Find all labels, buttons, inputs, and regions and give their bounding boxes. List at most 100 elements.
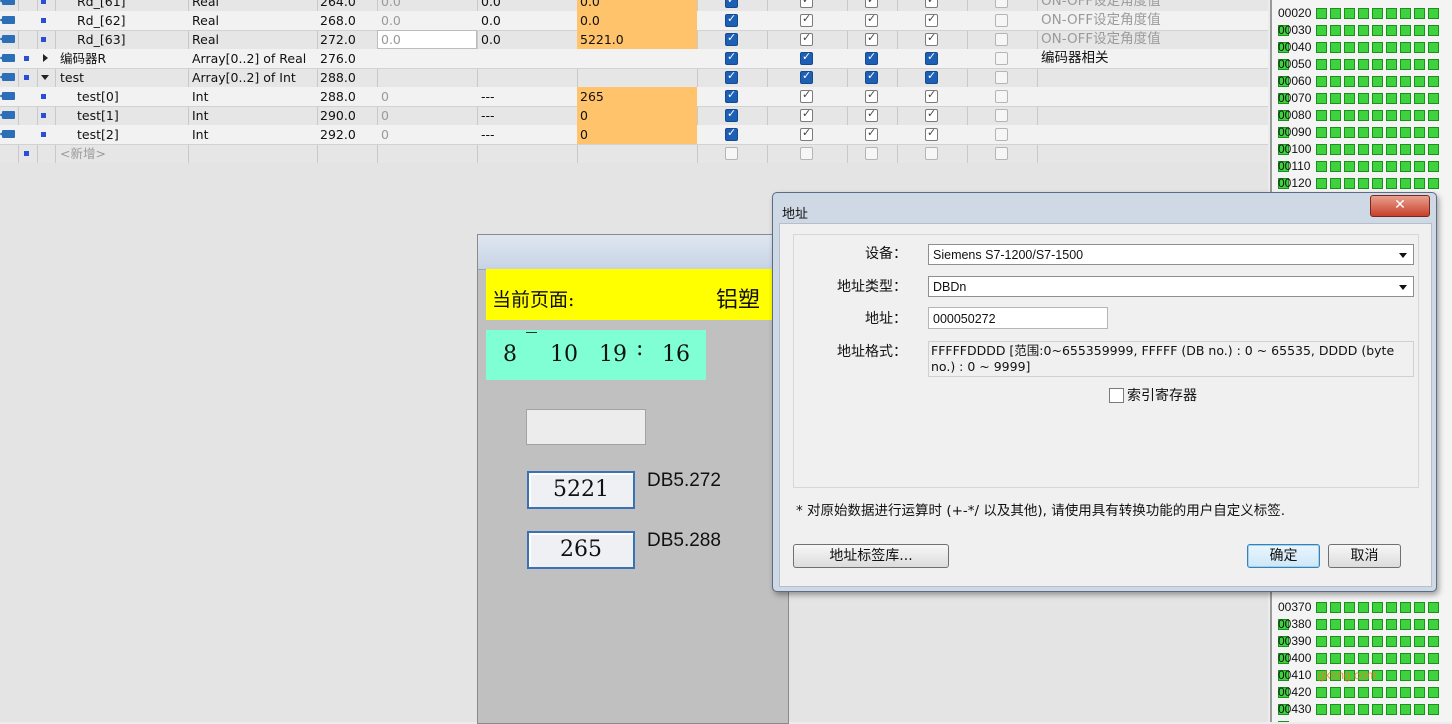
cancel-button[interactable]: 取消 xyxy=(1328,544,1401,568)
bit-address: 00030 xyxy=(1278,23,1312,37)
table-checkbox[interactable] xyxy=(725,50,738,65)
table-checkbox[interactable] xyxy=(865,69,878,84)
table-checkbox[interactable] xyxy=(800,107,813,122)
expand-arrow-icon[interactable] xyxy=(43,54,48,62)
table-checkbox[interactable] xyxy=(800,147,813,160)
table-checkbox[interactable] xyxy=(995,147,1008,160)
table-checkbox[interactable] xyxy=(925,126,938,141)
bit-indicator xyxy=(1400,25,1411,37)
tag-offset: 290.0 xyxy=(320,108,356,123)
table-row[interactable]: test[1] Int 290.0 0 --- 0 xyxy=(0,106,1268,126)
interface-icon xyxy=(0,16,15,24)
address-type-select[interactable]: DBDn xyxy=(928,276,1414,297)
table-checkbox[interactable] xyxy=(800,50,813,65)
table-checkbox[interactable] xyxy=(995,33,1008,46)
modify-value[interactable]: 5221.0 xyxy=(577,30,697,49)
device-select[interactable]: Siemens S7-1200/S7-1500 xyxy=(928,244,1414,265)
bit-indicator xyxy=(1358,602,1369,614)
table-row[interactable]: test[2] Int 292.0 0 --- 0 xyxy=(0,125,1268,145)
tag-name: test[0] xyxy=(77,89,119,104)
table-checkbox[interactable] xyxy=(925,107,938,122)
table-checkbox[interactable] xyxy=(800,126,813,141)
table-checkbox[interactable] xyxy=(995,128,1008,141)
table-checkbox[interactable] xyxy=(995,52,1008,65)
table-checkbox[interactable] xyxy=(800,88,813,103)
bit-address: 00400 xyxy=(1278,651,1312,665)
table-checkbox[interactable] xyxy=(925,69,938,84)
table-row[interactable]: Rd_[62] Real 268.0 0.0 0.0 0.0 ON-OFF设定角度值 xyxy=(0,11,1268,31)
bit-indicator xyxy=(1358,619,1369,631)
modify-value[interactable]: 265 xyxy=(577,87,697,106)
table-checkbox[interactable] xyxy=(925,147,938,160)
table-checkbox[interactable] xyxy=(725,69,738,84)
table-checkbox[interactable] xyxy=(725,107,738,122)
table-checkbox[interactable] xyxy=(925,88,938,103)
table-checkbox[interactable] xyxy=(865,0,878,8)
modify-value[interactable]: 0 xyxy=(577,125,697,144)
table-checkbox[interactable] xyxy=(995,71,1008,84)
table-checkbox[interactable] xyxy=(925,12,938,27)
table-checkbox[interactable] xyxy=(865,147,878,160)
table-checkbox[interactable] xyxy=(725,12,738,27)
tag-library-button[interactable]: 地址标签库... xyxy=(793,544,949,568)
bit-indicator xyxy=(1400,687,1411,699)
index-register-checkbox[interactable] xyxy=(1109,388,1124,403)
bit-indicator xyxy=(1386,59,1397,71)
modify-value[interactable]: 0.0 xyxy=(577,11,697,30)
table-checkbox[interactable] xyxy=(725,31,738,46)
table-checkbox[interactable] xyxy=(725,147,738,160)
close-button[interactable]: ✕ xyxy=(1370,195,1430,217)
table-row[interactable]: <新增> xyxy=(0,144,1268,164)
table-checkbox[interactable] xyxy=(865,31,878,46)
ok-button[interactable]: 确定 xyxy=(1247,544,1320,568)
table-checkbox[interactable] xyxy=(865,50,878,65)
table-row[interactable]: 编码器R Array[0..2] of Real 276.0 编码器相关 xyxy=(0,49,1268,69)
modify-value[interactable]: 0.0 xyxy=(577,0,697,11)
table-checkbox[interactable] xyxy=(925,31,938,46)
collapse-arrow-icon[interactable] xyxy=(41,75,49,80)
table-checkbox[interactable] xyxy=(865,126,878,141)
hmi-page-name: 铝塑 xyxy=(716,288,761,313)
table-checkbox[interactable] xyxy=(995,0,1008,8)
table-checkbox[interactable] xyxy=(725,126,738,141)
monitor-value: --- xyxy=(481,89,495,104)
start-value-input[interactable]: 0.0 xyxy=(377,30,477,49)
bit-indicator xyxy=(1428,8,1439,20)
hmi-clock: 8 ‾ 10 19 : 16 xyxy=(486,330,706,380)
table-row[interactable]: test Array[0..2] of Int 288.0 xyxy=(0,68,1268,88)
address-type-value: DBDn xyxy=(933,280,967,294)
table-checkbox[interactable] xyxy=(995,109,1008,122)
table-checkbox[interactable] xyxy=(925,50,938,65)
table-checkbox[interactable] xyxy=(800,12,813,27)
member-icon xyxy=(41,18,46,23)
hmi-numeric-field[interactable]: 265 xyxy=(527,531,635,569)
table-row[interactable]: test[0] Int 288.0 0 --- 265 xyxy=(0,87,1268,107)
bit-indicator xyxy=(1400,602,1411,614)
table-checkbox[interactable] xyxy=(865,107,878,122)
dialog-body: 设备： Siemens S7-1200/S7-1500 地址类型： DBDn 地… xyxy=(779,223,1432,587)
hmi-empty-field[interactable] xyxy=(526,409,646,445)
bit-address: 00020 xyxy=(1278,6,1312,20)
table-checkbox[interactable] xyxy=(725,88,738,103)
table-checkbox[interactable] xyxy=(995,14,1008,27)
hmi-numeric-field[interactable]: 5221 xyxy=(527,471,635,509)
table-checkbox[interactable] xyxy=(865,88,878,103)
table-row[interactable]: Rd_[63] Real 272.0 0.0 0.0 5221.0 ON-OFF设定角度值 xyxy=(0,30,1268,50)
address-input[interactable]: 000050272 xyxy=(928,307,1108,329)
bit-indicator xyxy=(1372,93,1383,105)
table-checkbox[interactable] xyxy=(925,0,938,8)
bit-indicator xyxy=(1400,59,1411,71)
modify-value[interactable]: 0 xyxy=(577,106,697,125)
table-checkbox[interactable] xyxy=(800,0,813,8)
clock-part: 16 xyxy=(662,342,690,367)
bit-indicator xyxy=(1372,178,1383,190)
table-checkbox[interactable] xyxy=(800,31,813,46)
bit-indicator xyxy=(1414,704,1425,716)
table-checkbox[interactable] xyxy=(865,12,878,27)
table-checkbox[interactable] xyxy=(800,69,813,84)
bit-indicator xyxy=(1372,59,1383,71)
table-checkbox[interactable] xyxy=(725,0,738,8)
bit-indicator xyxy=(1414,636,1425,648)
table-checkbox[interactable] xyxy=(995,90,1008,103)
bit-indicator xyxy=(1428,110,1439,122)
